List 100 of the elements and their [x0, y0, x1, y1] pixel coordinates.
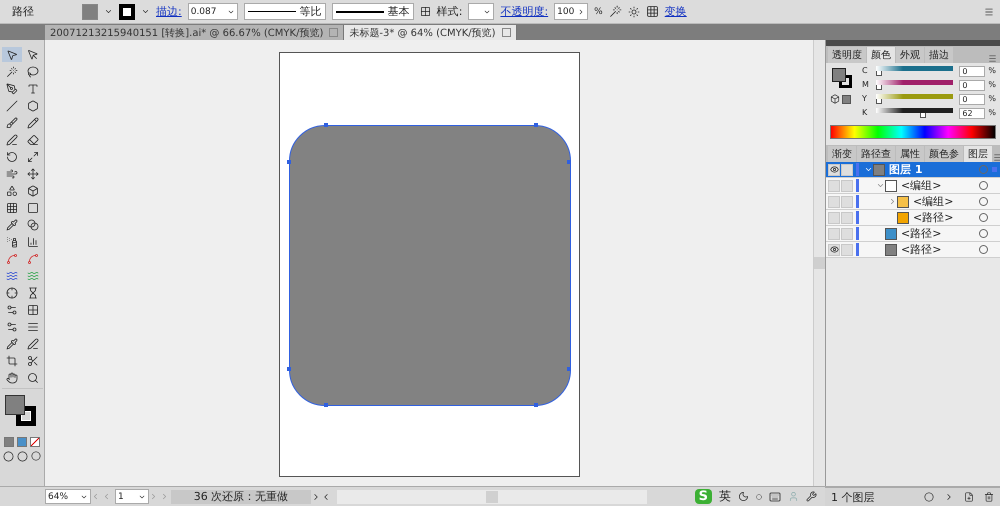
anchor-point[interactable] — [286, 367, 290, 371]
channel-value-field[interactable]: 0 — [959, 66, 986, 77]
target-circle[interactable] — [979, 213, 988, 222]
lock-toggle[interactable] — [841, 164, 853, 176]
slider-thumb[interactable] — [920, 113, 926, 118]
opacity-link[interactable]: 不透明度: — [500, 4, 548, 19]
target-circle[interactable] — [979, 181, 988, 190]
last-color-swatch[interactable] — [842, 94, 851, 104]
history-status: 36 次还原：无重做 — [171, 490, 311, 504]
brush-definition-select[interactable]: 基本 — [332, 3, 414, 20]
panel-tab[interactable]: 透明度 — [828, 47, 866, 63]
percent-label: % — [988, 66, 996, 75]
trash-icon — [984, 492, 994, 502]
lock-toggle[interactable] — [841, 180, 853, 192]
previous-page-icon — [102, 492, 111, 501]
panel-tab[interactable]: 描边 — [925, 47, 953, 63]
layer-name: <编组> — [913, 194, 954, 209]
person-icon — [788, 491, 799, 502]
panel-tab[interactable]: 图层 — [964, 146, 992, 162]
anchor-point[interactable] — [534, 123, 538, 127]
wave-icon — [26, 270, 38, 282]
style-label: 样式: — [436, 4, 462, 19]
layer-color-bar — [856, 211, 859, 224]
selection-square — [992, 167, 997, 172]
last-page-icon — [160, 492, 169, 501]
panel-tab[interactable]: 外观 — [896, 47, 924, 63]
target-circle[interactable] — [979, 245, 988, 254]
visibility-toggle[interactable] — [828, 228, 840, 240]
lock-toggle[interactable] — [841, 196, 853, 208]
slider-thumb[interactable] — [876, 71, 882, 76]
magic-wand-icon — [6, 66, 18, 78]
fill-stroke-swatches[interactable] — [830, 66, 854, 90]
selection-arrow-icon — [6, 48, 18, 60]
zoom-icon — [26, 372, 38, 384]
percent-label: % — [988, 80, 996, 89]
target-circle[interactable] — [979, 197, 988, 206]
channel-slider[interactable] — [876, 94, 954, 105]
lock-toggle[interactable] — [841, 244, 853, 256]
eye-icon — [830, 165, 838, 174]
panel-tab[interactable]: 属性 — [896, 146, 924, 162]
slider-thumb[interactable] — [876, 85, 882, 90]
channel-value-field[interactable]: 62 — [959, 108, 986, 119]
pencil-icon — [26, 116, 38, 128]
panel-menu-icon — [993, 153, 1000, 162]
horizontal-scrollbar[interactable] — [337, 490, 647, 504]
layer-row[interactable]: 图层 1 — [826, 162, 1000, 178]
panel-tab[interactable]: 颜色 — [867, 47, 895, 63]
layer-name: <编组> — [901, 178, 942, 193]
input-language[interactable]: 英 — [719, 488, 731, 505]
slider-thumb[interactable] — [876, 99, 882, 104]
layer-row[interactable]: <编组> — [826, 194, 1000, 210]
visibility-toggle[interactable] — [828, 244, 840, 256]
anchor-point[interactable] — [324, 403, 328, 407]
panel-tab[interactable]: 颜色参 — [925, 146, 963, 162]
channel-value-field[interactable]: 0 — [959, 94, 986, 105]
variable-width-profile-select[interactable]: 等比 — [244, 3, 326, 20]
panel-tab[interactable]: 渐变 — [828, 146, 856, 162]
zoom-select[interactable]: 64% — [45, 489, 91, 504]
panel-tab[interactable]: 路径查 — [857, 146, 895, 162]
visibility-toggle[interactable] — [828, 180, 840, 192]
anchor-point[interactable] — [534, 403, 538, 407]
transform-link[interactable]: 变换 — [664, 4, 687, 19]
none-mode-button[interactable] — [30, 437, 40, 447]
visibility-toggle[interactable] — [828, 164, 840, 176]
panel-menu-icon — [988, 54, 997, 63]
visibility-toggle[interactable] — [828, 212, 840, 224]
color-mode-button[interactable] — [4, 437, 14, 447]
stroke-link[interactable]: 描边: — [156, 4, 182, 19]
channel-slider[interactable] — [876, 66, 954, 77]
target-circle[interactable] — [979, 229, 988, 238]
anchor-point[interactable] — [324, 123, 328, 127]
document-tab[interactable]: 未标题-3* @ 64% (CMYK/预览) — [344, 25, 517, 40]
opacity-field[interactable]: 100 — [554, 3, 588, 20]
channel-value-field[interactable]: 0 — [959, 80, 986, 91]
fill-swatch[interactable] — [82, 4, 98, 20]
crosshair-icon — [6, 286, 18, 298]
eyedropper-icon — [6, 218, 18, 230]
page-select[interactable]: 1 — [115, 489, 149, 504]
lock-toggle[interactable] — [841, 212, 853, 224]
eye-icon — [830, 245, 838, 254]
vertical-scrollbar[interactable] — [813, 40, 825, 486]
percent-label: % — [988, 108, 996, 117]
stroke-swatch[interactable] — [119, 4, 135, 20]
curve-icon — [6, 252, 18, 264]
selection-arrow-tool[interactable] — [2, 47, 22, 62]
layer-row[interactable]: <路径> — [826, 242, 1000, 258]
document-tab[interactable]: 20071213215940151 [转换].ai* @ 66.67% (CMYK/预览) — [45, 25, 344, 40]
lock-toggle[interactable] — [841, 228, 853, 240]
channel-slider[interactable] — [876, 80, 954, 91]
percent-label: % — [988, 94, 996, 103]
layer-row[interactable]: <路径> — [826, 226, 1000, 242]
wrench-icon — [806, 491, 817, 502]
layer-row[interactable]: <编组> — [826, 178, 1000, 194]
visibility-toggle[interactable] — [828, 196, 840, 208]
pen-icon — [6, 82, 18, 94]
stroke-weight-field[interactable]: 0.087 — [188, 3, 238, 20]
anchor-point[interactable] — [286, 160, 290, 164]
color-spectrum[interactable] — [830, 125, 996, 139]
keyboard-icon — [769, 490, 781, 502]
layer-row[interactable]: <路径> — [826, 210, 1000, 226]
